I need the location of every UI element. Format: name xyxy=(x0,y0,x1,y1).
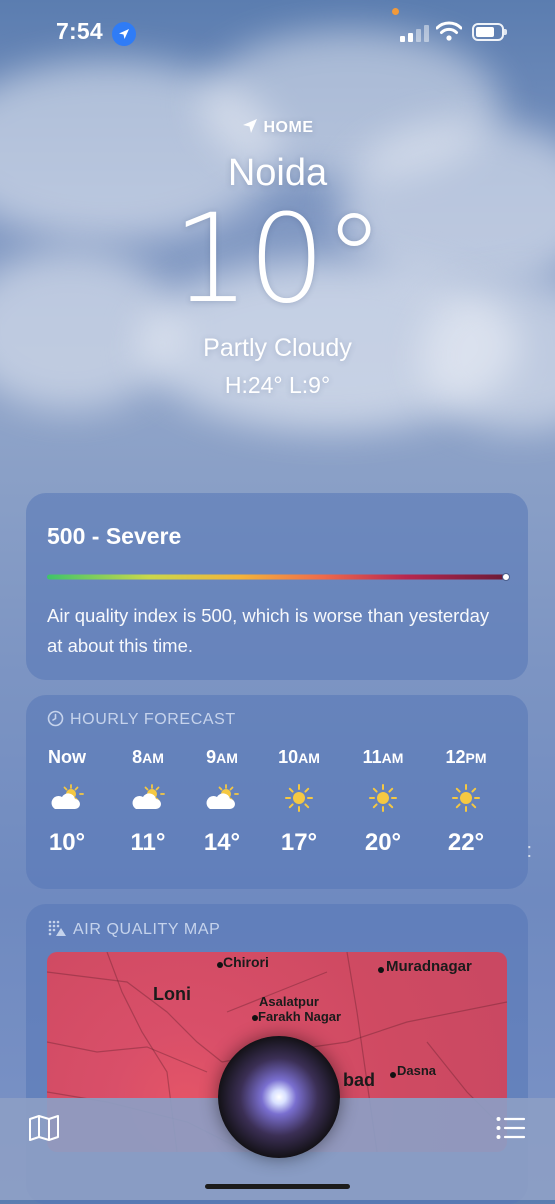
map-place-label: Asalatpur xyxy=(259,994,319,1009)
privacy-indicator-dot xyxy=(392,8,399,15)
hourly-forecast-item: 9AM 14° xyxy=(192,745,252,857)
aqi-scale-bar xyxy=(47,573,510,581)
hour-temperature: 11° xyxy=(130,829,166,856)
hour-label: 11AM xyxy=(362,747,404,767)
hourly-forecast-item: 10AM 17° xyxy=(269,745,329,857)
hourly-forecast-item: 11AM 20° xyxy=(353,745,413,857)
hour-label: 10AM xyxy=(278,747,320,767)
map-marker xyxy=(378,967,384,973)
sun-icon xyxy=(269,775,329,821)
hour-temperature: 20° xyxy=(364,829,402,856)
location-name: HOME xyxy=(263,119,314,136)
weather-condition: Partly Cloudy xyxy=(203,334,352,362)
hour-temperature: 10° xyxy=(48,829,86,856)
hour-temperature: 14° xyxy=(203,829,241,856)
aqi-level-marker xyxy=(502,573,510,581)
status-time: 7:54 xyxy=(56,18,103,44)
partly-cloudy-icon xyxy=(192,775,252,821)
status-bar: 7:54 xyxy=(0,0,555,66)
partly-cloudy-icon xyxy=(37,775,97,821)
map-place-label: Chirori xyxy=(223,954,269,970)
siri-orb[interactable] xyxy=(218,1036,340,1158)
air-quality-card[interactable]: 500 - Severe Air quality index is 500, w… xyxy=(26,493,528,680)
cellular-signal-icon xyxy=(400,24,430,42)
battery-icon xyxy=(472,23,507,41)
location-services-icon xyxy=(112,22,136,46)
air-quality-map-heading: AIR QUALITY MAP xyxy=(47,919,220,942)
wifi-icon xyxy=(435,20,463,42)
hour-label: 12PM xyxy=(445,747,487,767)
clock-icon xyxy=(47,710,64,732)
map-marker xyxy=(390,1072,396,1078)
high-low-temperature: H:24° L:9° xyxy=(224,372,331,398)
map-icon[interactable] xyxy=(28,1114,60,1147)
map-place-label: Muradnagar xyxy=(386,958,472,975)
map-place-label: Loni xyxy=(153,984,191,1004)
city-list-icon[interactable] xyxy=(496,1116,526,1145)
hourly-forecast-item: Now 10° xyxy=(37,745,97,857)
home-indicator[interactable] xyxy=(205,1184,350,1189)
hourly-forecast-card[interactable]: HOURLY FORECAST Now 10° 8AM 11° 9AM 14° 10AM 17… xyxy=(26,695,532,889)
navigation-arrow-icon xyxy=(242,118,258,139)
hourly-forecast-title: HOURLY FORECAST xyxy=(70,711,236,728)
current-temperature: 10° xyxy=(172,188,384,330)
hourly-forecast-heading: HOURLY FORECAST xyxy=(47,710,236,732)
hourly-forecast-item: 8AM 11° xyxy=(118,745,178,857)
hourly-forecast-item: 12PM 22° xyxy=(436,745,496,857)
air-quality-map-title: AIR QUALITY MAP xyxy=(73,921,221,938)
map-place-label: Dasna xyxy=(397,1063,437,1078)
hour-temperature: 22° xyxy=(447,829,485,856)
sun-icon xyxy=(353,775,413,821)
scroll-hint: : xyxy=(526,840,532,862)
map-place-label: bad xyxy=(343,1070,376,1090)
hourly-forecast-list[interactable]: Now 10° 8AM 11° 9AM 14° 10AM 17° 11AM 20° 12PM 22° xyxy=(26,745,528,875)
location-label: HOME xyxy=(0,118,555,139)
hour-temperature: 17° xyxy=(280,829,318,856)
air-quality-map-icon xyxy=(47,919,67,942)
map-place-label: Farakh Nagar xyxy=(258,1009,342,1024)
partly-cloudy-icon xyxy=(118,775,178,821)
hour-label: 8AM xyxy=(132,747,164,767)
aqi-value: 500 - Severe xyxy=(47,523,182,549)
hour-label: Now xyxy=(48,747,86,767)
hour-label: 9AM xyxy=(206,747,238,767)
sun-icon xyxy=(436,775,496,821)
aqi-description: Air quality index is 500, which is worse… xyxy=(47,605,490,656)
